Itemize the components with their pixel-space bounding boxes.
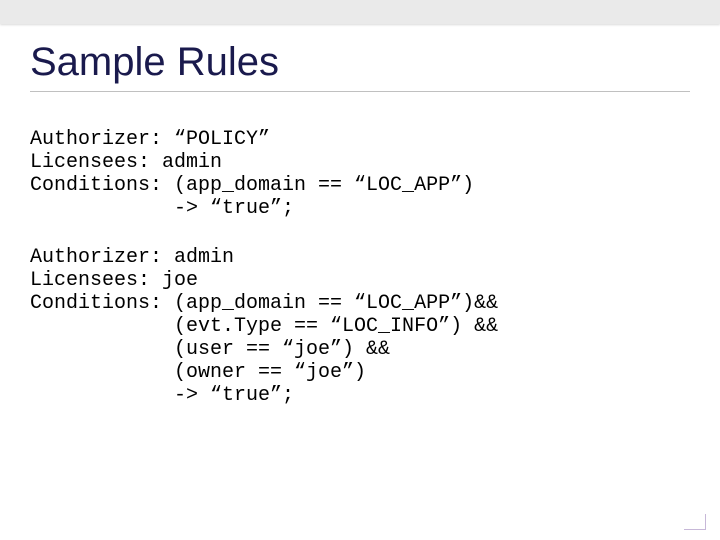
top-border-band	[0, 0, 720, 24]
rule-block-2: Authorizer: admin Licensees: joe Conditi…	[30, 246, 690, 407]
corner-fold-icon	[684, 514, 706, 530]
slide-content: Sample Rules Authorizer: “POLICY” Licens…	[30, 40, 690, 433]
page-title: Sample Rules	[30, 40, 690, 92]
rule-block-1: Authorizer: “POLICY” Licensees: admin Co…	[30, 128, 690, 220]
